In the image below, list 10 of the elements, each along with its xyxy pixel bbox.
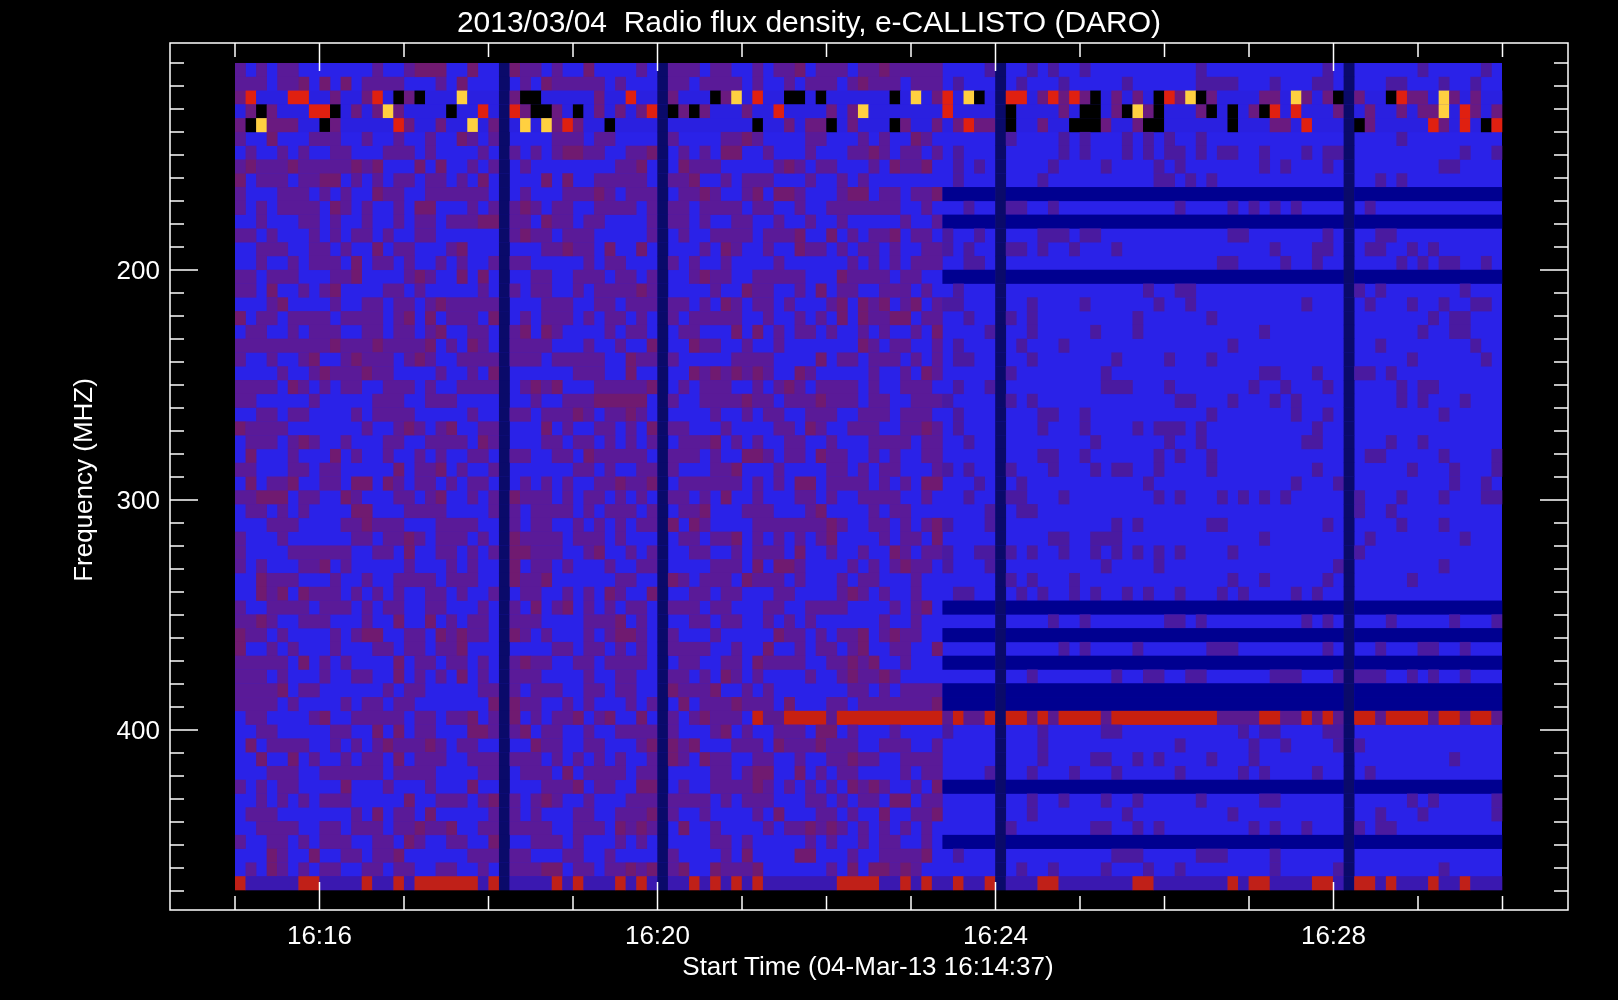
plot-title: 2013/03/04 Radio flux density, e-CALLISTO (DARO) — [456, 5, 1162, 38]
x-tick-label: 16:24 — [962, 920, 1029, 950]
x-tick-label: 16:20 — [624, 920, 691, 950]
x-axis-label: Start Time (04-Mar-13 16:14:37) — [682, 951, 1054, 981]
y-axis-label: Frequency (MHZ) — [68, 378, 98, 582]
y-tick-label: 400 — [116, 715, 160, 745]
x-tick-label: 16:16 — [286, 920, 353, 950]
y-tick-label: 300 — [116, 485, 160, 515]
y-tick-label: 200 — [116, 255, 160, 285]
x-tick-label: 16:28 — [1300, 920, 1367, 950]
